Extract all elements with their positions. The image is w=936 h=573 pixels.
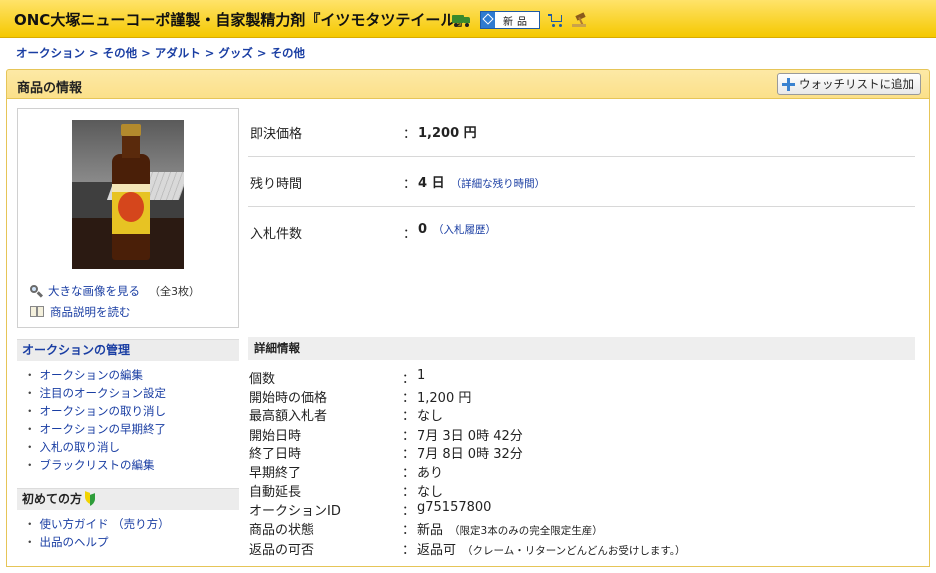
remaining-time-label: 残り時間 [250,177,303,192]
buyout-price-row: 即決価格 ： 1,200 円 [248,107,915,157]
cancel-auction-link[interactable]: オークションの取り消し [40,404,167,418]
watch-button-label: ウォッチリストに追加 [799,77,914,91]
beginner-heading: 初めての方 [17,488,239,510]
view-large-image-link[interactable]: 大きな画像を見る [48,283,140,299]
remaining-time-detail-link[interactable]: （詳細な残り時間） [451,178,546,190]
shipping-truck-icon [452,13,472,27]
end-early-link[interactable]: オークションの早期終了 [40,422,167,436]
item-info-header: 商品の情報 ウォッチリストに追加 [6,69,930,99]
auction-hammer-icon [572,12,588,27]
bid-count-row: 入札件数 ： 0 （入札履歴） [250,222,497,242]
read-description-row: 商品説明を読む [30,304,131,320]
cancel-bid-link[interactable]: 入札の取り消し [40,440,121,454]
title-icons: 新品 [452,10,588,30]
edit-auction-link[interactable]: オークションの編集 [40,368,144,382]
edit-blacklist-link[interactable]: ブラックリストの編集 [40,458,155,472]
auction-management-menu: ・オークションの編集 ・注目のオークション設定 ・オークションの取り消し ・オー… [24,368,167,472]
bottle-image [112,124,150,264]
breadcrumb-link-goods[interactable]: グッズ [218,46,253,60]
image-count: （全3枚） [149,285,200,298]
buyout-price-value: 1,200 円 [418,126,477,141]
auction-management-heading: オークションの管理 [17,339,239,361]
remaining-time-value: 4 日 [418,176,445,191]
new-item-badge: 新品 [480,11,540,29]
featured-auction-link[interactable]: 注目のオークション設定 [40,386,167,400]
plus-icon [782,77,795,91]
remaining-time-row: 残り時間 ： 4 日（詳細な残り時間） [248,157,915,207]
page-title: ONC大塚ニューコーポ謹製・自家製精力剤『イツモタツテイール』 [14,11,471,29]
bid-count-label: 入札件数 [250,227,303,242]
beginner-leaf-icon [85,492,96,505]
details-heading: 詳細情報 [248,337,915,360]
book-icon [30,306,45,318]
read-description-link[interactable]: 商品説明を読む [50,304,131,320]
cart-icon [548,13,564,27]
breadcrumb-link-other[interactable]: その他 [103,46,138,60]
item-photo[interactable] [72,120,184,269]
breadcrumb-link-adult[interactable]: アダルト [155,46,201,60]
magnifier-icon [30,284,43,298]
breadcrumb: オークション > その他 > アダルト > グッズ > その他 [16,46,306,60]
add-to-watchlist-button[interactable]: ウォッチリストに追加 [777,73,921,95]
item-image-box: 大きな画像を見る （全3枚） 商品説明を読む [17,108,239,328]
view-large-image-row: 大きな画像を見る （全3枚） [30,283,200,299]
beginner-menu: ・使い方ガイド （売り方） ・出品のヘルプ [24,517,170,549]
new-item-icon [481,12,495,28]
breadcrumb-link-auction[interactable]: オークション [16,46,85,60]
breadcrumb-link-other-2[interactable]: その他 [271,46,306,60]
section-title: 商品の情報 [17,81,83,96]
buyout-price-label: 即決価格 [250,127,303,142]
bid-history-link[interactable]: （入札履歴） [433,224,496,236]
guide-selling-link[interactable]: 使い方ガイド （売り方） [40,517,170,531]
new-item-label: 新品 [503,16,531,28]
bid-count-value: 0 [418,222,428,237]
title-bar: ONC大塚ニューコーポ謹製・自家製精力剤『イツモタツテイール』 新品 [0,0,936,38]
listing-help-link[interactable]: 出品のヘルプ [40,535,109,549]
